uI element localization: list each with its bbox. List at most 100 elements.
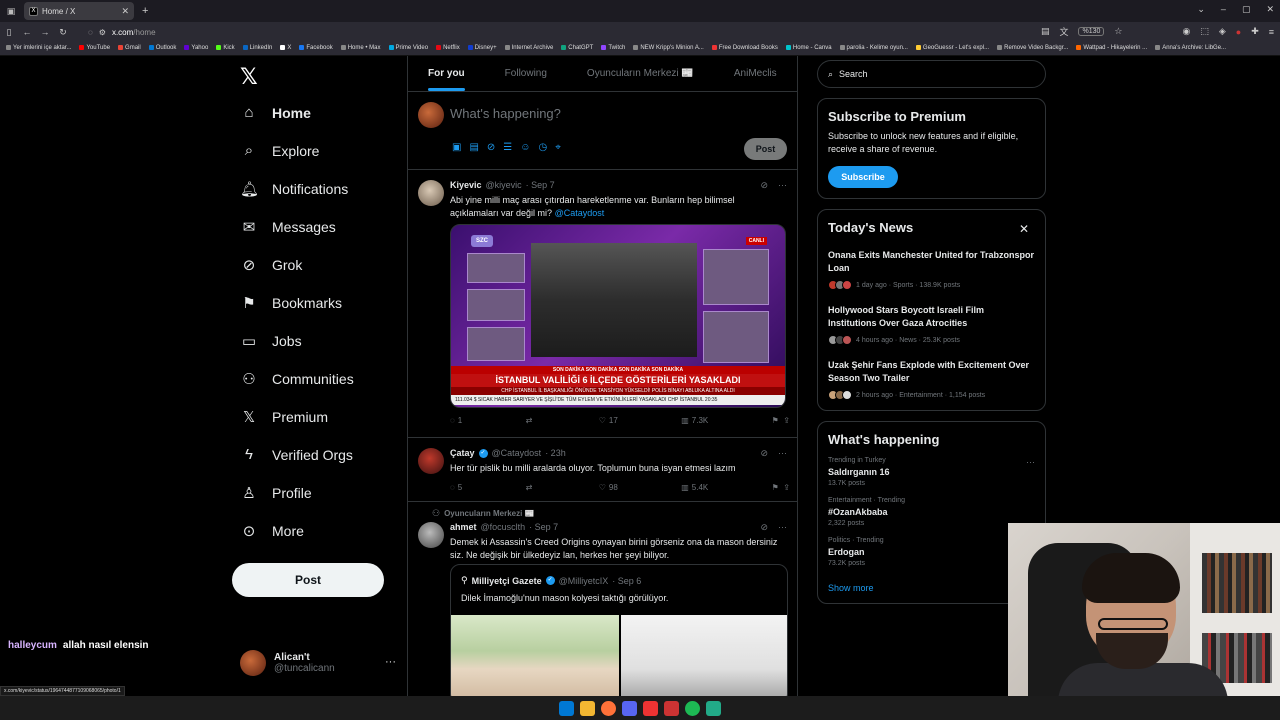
app-icon[interactable]	[706, 700, 721, 716]
zoom-indicator[interactable]: %130	[1078, 27, 1105, 36]
tweet-time[interactable]: · Sep 7	[529, 522, 558, 532]
sidebar-toggle-icon[interactable]: ▣	[0, 6, 22, 17]
quoted-photo[interactable]	[621, 615, 787, 696]
puzzle-icon[interactable]: ✚	[1251, 26, 1259, 37]
nav-item-notifications[interactable]: 🔔︎ Notifications	[240, 180, 348, 198]
ublock-icon[interactable]: ●	[1236, 27, 1241, 37]
page-info-icon[interactable]: ⚙	[99, 28, 106, 37]
trend-item[interactable]: Trending in Turkey Saldırganın 16 13.7K …	[828, 457, 1035, 487]
like-button[interactable]: ♡ 98	[599, 483, 618, 492]
bookmark-item[interactable]: Facebook	[299, 45, 333, 52]
sidebar-icon[interactable]: ▯	[0, 27, 18, 38]
x-logo-icon[interactable]: 𝕏	[240, 64, 258, 90]
tweet-author-name[interactable]: Kiyevic	[450, 180, 482, 190]
bookmark-item[interactable]: Wattpad - Hikayelerin ...	[1076, 45, 1147, 52]
nav-item-bookmarks[interactable]: ⚑ Bookmarks	[240, 294, 342, 312]
post-button[interactable]: Post	[232, 563, 384, 597]
compose-post-button[interactable]: Post	[744, 138, 787, 160]
start-icon[interactable]	[559, 700, 574, 716]
bookmark-item[interactable]: GeoGuessr - Let's expl...	[915, 45, 989, 52]
account-icon[interactable]: ◉	[1182, 26, 1190, 37]
bookmark-item[interactable]: Yer imlerini içe aktar...	[6, 45, 71, 52]
repost-button[interactable]: ⇄	[526, 416, 536, 425]
nav-item-profile[interactable]: ♙ Profile	[240, 484, 311, 502]
grok-icon[interactable]: ⊘	[760, 448, 768, 459]
tweet-time[interactable]: · Sep 7	[526, 180, 555, 190]
bookmark-button[interactable]: ⚑ ⇪	[772, 483, 790, 492]
app-icon[interactable]	[643, 700, 658, 716]
file-explorer-icon[interactable]	[580, 700, 595, 716]
compose-input[interactable]: What's happening?	[450, 106, 561, 121]
show-more-link[interactable]: Show more	[828, 583, 1035, 593]
bookmark-item[interactable]: Prime Video	[388, 45, 428, 52]
tweet[interactable]: ⚇ Oyuncuların Merkezi 📰 ahmet @focusclth…	[408, 502, 797, 696]
poll-icon[interactable]: ☰	[503, 142, 512, 153]
nav-item-verified-orgs[interactable]: ϟ Verified Orgs	[240, 446, 353, 463]
bookmark-item[interactable]: Disney+	[467, 45, 497, 52]
grok-icon[interactable]: ⊘	[760, 180, 768, 191]
nav-item-more[interactable]: ⊙ More	[240, 522, 304, 540]
avatar[interactable]	[418, 448, 444, 474]
translate-icon[interactable]: 文	[1059, 25, 1068, 38]
news-item[interactable]: Uzak Şehir Fans Explode with Excitement …	[828, 359, 1035, 400]
bookmark-item[interactable]: Remove Video Backgr...	[997, 45, 1068, 52]
close-window-icon[interactable]: ✕	[1266, 4, 1274, 15]
discord-icon[interactable]	[622, 700, 637, 716]
nav-item-messages[interactable]: ✉ Messages	[240, 218, 336, 236]
app-icon[interactable]	[664, 700, 679, 716]
quoted-tweet[interactable]: ⚲ Milliyetçi Gazete ✓ @MilliyetcIX · Sep…	[450, 564, 788, 696]
bookmark-item[interactable]: Kick	[216, 45, 235, 52]
grok-icon[interactable]: ⊘	[487, 142, 495, 153]
bookmark-item[interactable]: X	[280, 45, 291, 52]
avatar[interactable]	[418, 522, 444, 548]
bookmark-item[interactable]: Home • Max	[340, 45, 381, 52]
avatar[interactable]	[418, 180, 444, 206]
like-button[interactable]: ♡ 17	[599, 416, 618, 425]
more-dots-icon[interactable]: ···	[385, 656, 396, 668]
bookmark-item[interactable]: parolia - Kelime oyun...	[839, 45, 908, 52]
bookmark-item[interactable]: YouTube	[79, 45, 110, 52]
star-icon[interactable]: ☆	[1114, 26, 1122, 37]
tweet-author-handle[interactable]: @focusclth	[481, 522, 526, 532]
bookmark-item[interactable]: Gmail	[118, 45, 141, 52]
views-button[interactable]: ▥ 7.3K	[681, 416, 708, 425]
tab-oyuncularin-merkezi[interactable]: Oyuncuların Merkezi 📰	[567, 56, 714, 91]
new-tab-icon[interactable]: +	[142, 5, 148, 17]
bookmark-item[interactable]: ChatGPT	[561, 45, 593, 52]
firefox-icon[interactable]	[601, 700, 616, 716]
account-switcher[interactable]: Alican't @tuncalicann ···	[240, 650, 396, 676]
tab-animeclis[interactable]: AniMeclis	[714, 56, 797, 91]
tweet[interactable]: Çatay ✓ @Cataydost · 23h ⊘ ··· Her tür p…	[408, 438, 797, 502]
close-tab-icon[interactable]: ✕	[121, 6, 129, 17]
bookmark-item[interactable]: Yahoo	[184, 45, 208, 52]
bookmark-item[interactable]: LinkedIn	[242, 45, 272, 52]
community-name[interactable]: Oyuncuların Merkezi 📰	[444, 509, 534, 518]
more-dots-icon[interactable]: ···	[778, 180, 787, 191]
browser-tab[interactable]: X Home / X ✕	[24, 2, 134, 20]
news-item[interactable]: Onana Exits Manchester United for Trabzo…	[828, 249, 1035, 290]
more-dots-icon[interactable]: ···	[778, 522, 787, 533]
trend-item[interactable]: Politics · Trending Erdogan 73.2K posts	[828, 537, 1035, 567]
tweet-author-handle[interactable]: @Cataydost	[492, 448, 542, 458]
news-item[interactable]: Hollywood Stars Boycott Israeli Film Ins…	[828, 304, 1035, 345]
tweet[interactable]: Kiyevic @kiyevic · Sep 7 ⊘ ··· Abi yine …	[408, 170, 797, 438]
bookmark-button[interactable]: ⚑ ⇪	[772, 416, 790, 425]
maximize-icon[interactable]: ▢	[1242, 4, 1251, 15]
reload-icon[interactable]: ↻	[54, 27, 72, 38]
nav-item-communities[interactable]: ⚇ Communities	[240, 370, 353, 388]
reply-button[interactable]: ◌ 1	[450, 416, 462, 425]
tweet-media-image[interactable]: SZC CANLI SON DAKİKA SON DAKİKA SON DAKİ…	[450, 224, 786, 408]
image-icon[interactable]: ▣	[452, 142, 461, 153]
close-icon[interactable]: ✕	[1019, 222, 1029, 236]
bookmark-item[interactable]: NEW Kripp's Minion A...	[633, 45, 704, 52]
chevron-down-icon[interactable]: ⌄	[1197, 4, 1205, 15]
views-button[interactable]: ▥ 5.4K	[681, 483, 708, 492]
nav-item-jobs[interactable]: ▭ Jobs	[240, 332, 302, 350]
search-input[interactable]: ⌕ Search	[817, 60, 1046, 88]
bookmark-item[interactable]: Home - Canva	[785, 45, 832, 52]
repost-button[interactable]: ⇄	[526, 483, 536, 492]
mention-link[interactable]: @Cataydost	[555, 208, 605, 218]
bookmark-item[interactable]: Netflix	[436, 45, 460, 52]
nav-item-premium[interactable]: 𝕏 Premium	[240, 408, 328, 426]
tab-for-you[interactable]: For you	[408, 56, 485, 91]
